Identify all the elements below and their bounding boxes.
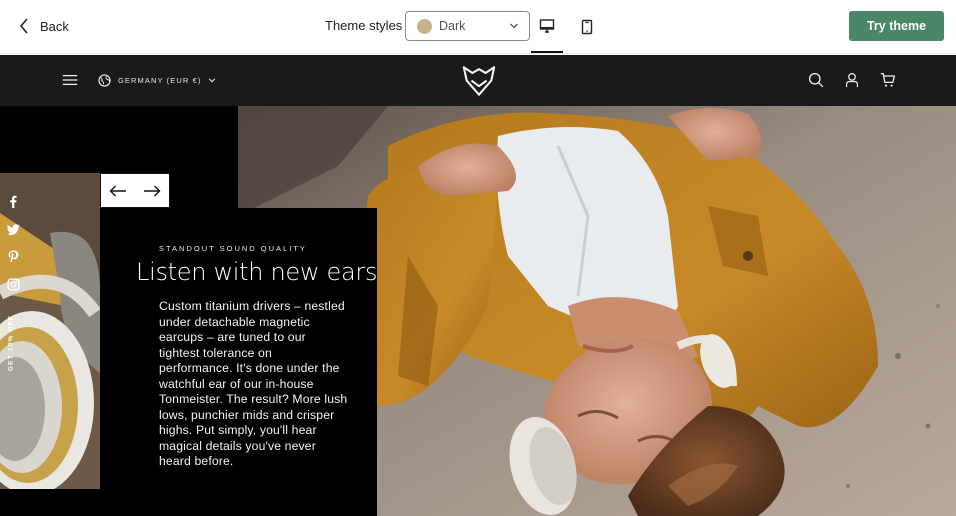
mobile-preview-button[interactable] (571, 0, 603, 53)
account-icon (845, 73, 859, 87)
facebook-link[interactable] (6, 194, 20, 208)
theme-style-select[interactable]: Dark (405, 11, 530, 41)
globe-icon (98, 73, 111, 87)
discount-tab-label: GET 10% OFF (7, 314, 15, 372)
menu-button[interactable] (60, 69, 80, 91)
store-logo[interactable] (460, 63, 498, 98)
mobile-icon (581, 19, 593, 34)
pinterest-icon (8, 250, 18, 263)
chevron-left-icon (19, 18, 28, 34)
hero-headline: Listen with new ears (136, 258, 378, 286)
locale-label: GERMANY (EUR €) (118, 75, 202, 85)
theme-style-value: Dark (439, 19, 466, 33)
discount-tab[interactable]: GET 10% OFF (4, 303, 18, 383)
arrow-left-icon (109, 185, 126, 196)
desktop-preview-button[interactable] (531, 0, 563, 53)
fox-logo-icon (462, 65, 496, 96)
desktop-icon (539, 18, 555, 33)
locale-selector[interactable]: GERMANY (EUR €) (98, 72, 216, 88)
twitter-icon (6, 223, 20, 235)
hero-section: GET 10% OFF STANDOUT SOUND QUALITY Liste… (0, 106, 956, 516)
hero-body-text: Custom titanium drivers – nestled under … (159, 299, 348, 468)
previous-slide-button[interactable] (101, 174, 135, 207)
back-button[interactable]: Back (18, 14, 69, 38)
back-label: Back (40, 18, 69, 34)
cart-button[interactable] (878, 70, 898, 90)
slide-navigation (100, 173, 170, 208)
instagram-icon (7, 278, 19, 290)
chevron-down-icon (209, 78, 216, 82)
color-swatch (417, 18, 432, 34)
chevron-down-icon (510, 23, 518, 29)
menu-icon (62, 75, 78, 85)
next-slide-button[interactable] (135, 174, 169, 207)
pinterest-link[interactable] (6, 249, 20, 263)
arrow-right-icon (144, 185, 161, 196)
theme-preview-toolbar: Back Theme styles Dark Try theme (0, 0, 956, 54)
search-button[interactable] (806, 70, 826, 90)
search-icon (808, 72, 824, 88)
facebook-icon (9, 195, 17, 208)
store-header: GERMANY (EUR €) (0, 55, 956, 106)
hero-text-panel: STANDOUT SOUND QUALITY Listen with new e… (100, 208, 377, 516)
theme-styles-label: Theme styles (325, 18, 403, 33)
try-theme-button[interactable]: Try theme (849, 11, 944, 41)
instagram-link[interactable] (6, 277, 20, 291)
cart-icon (880, 72, 896, 87)
twitter-link[interactable] (6, 222, 20, 236)
account-button[interactable] (843, 70, 861, 90)
hero-eyebrow: STANDOUT SOUND QUALITY (159, 244, 307, 253)
